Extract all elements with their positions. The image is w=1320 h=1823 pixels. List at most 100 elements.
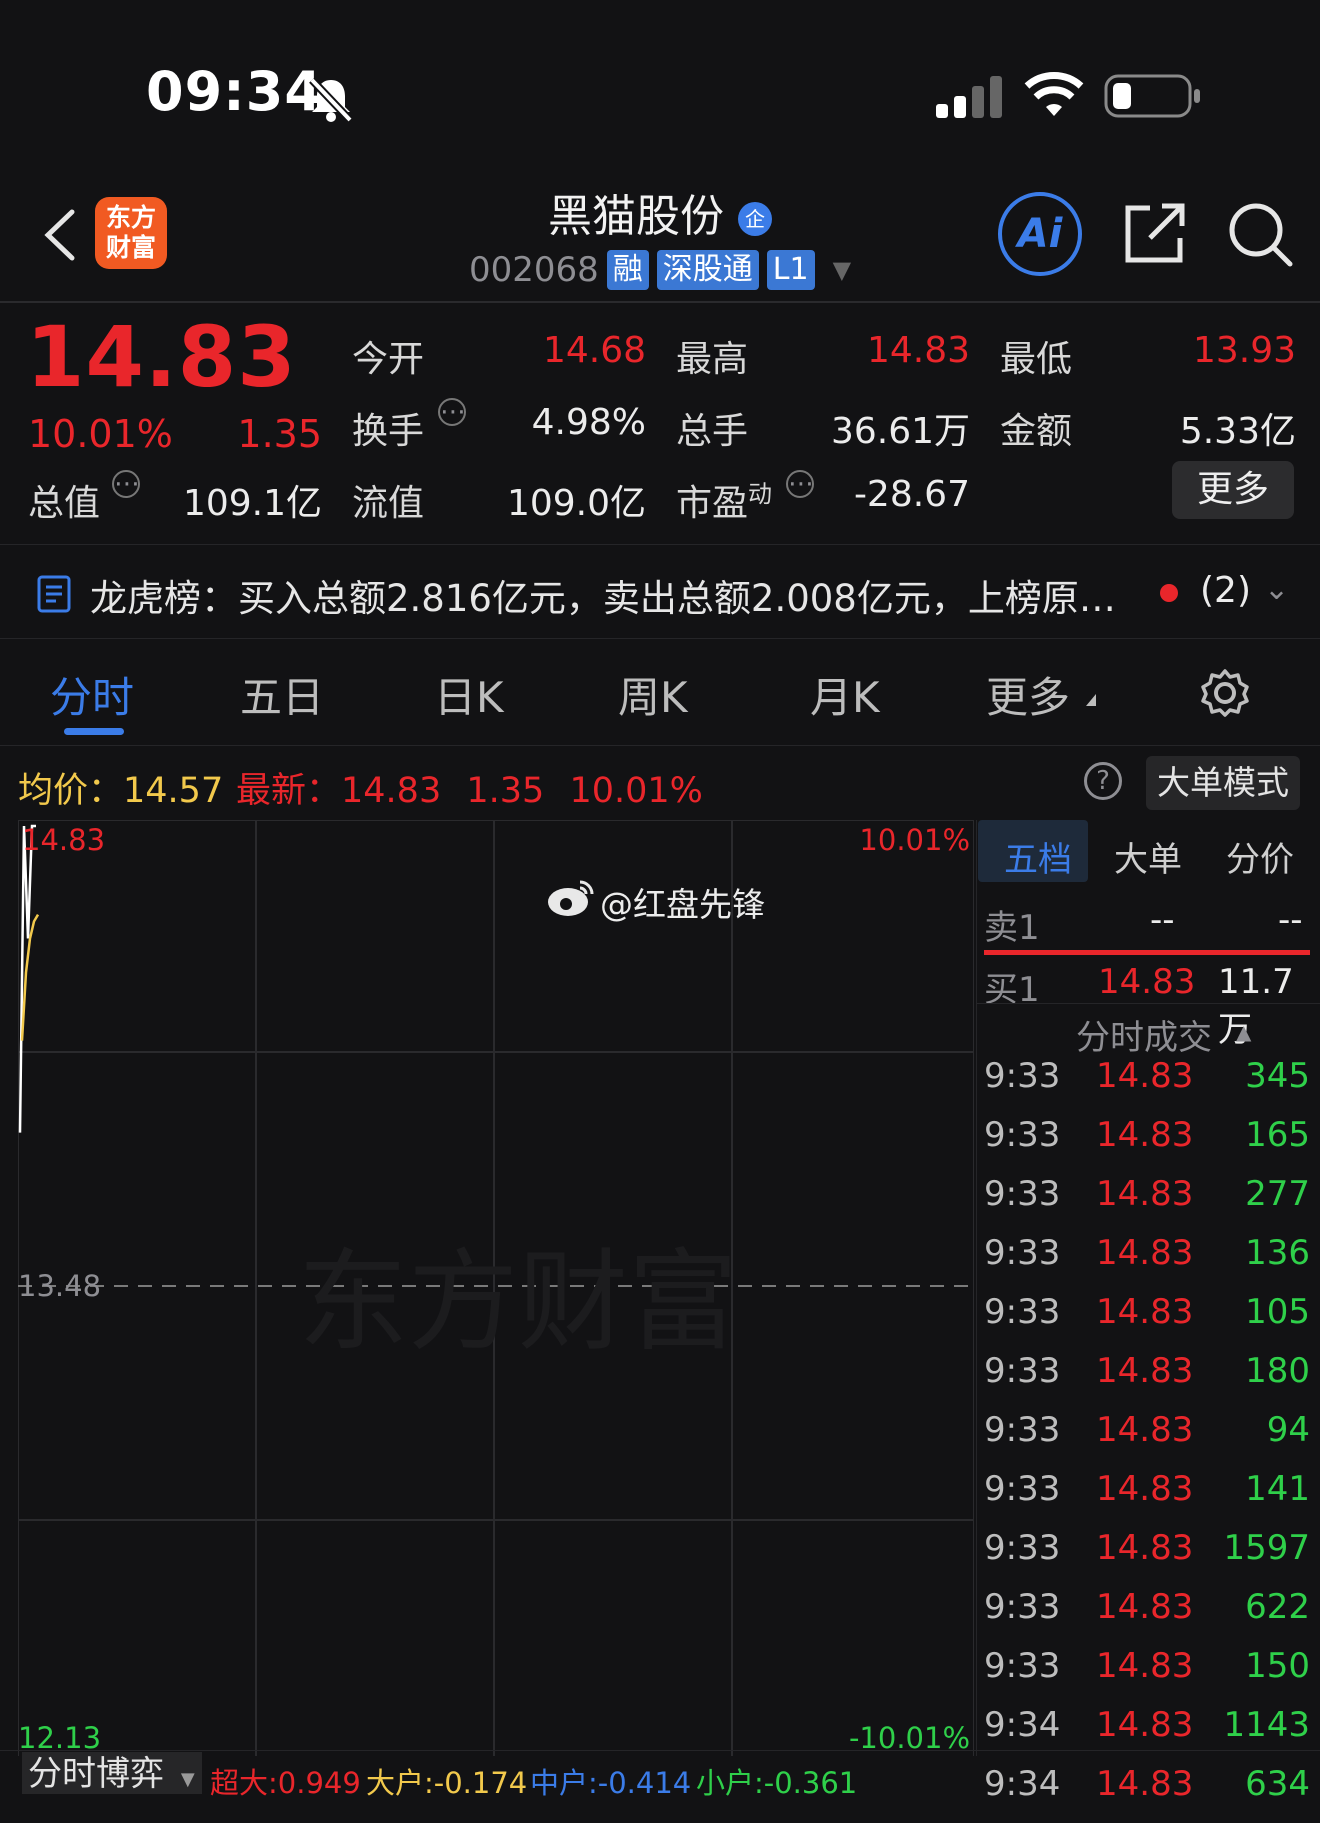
- trade-price: 14.83: [1096, 1587, 1194, 1627]
- trade-price: 14.83: [1096, 1410, 1194, 1450]
- pe-label: 市盈动: [676, 474, 772, 526]
- trade-row: 9:33 14.83 1597: [984, 1528, 1310, 1587]
- sell1-volume: --: [1278, 900, 1303, 940]
- stock-code: 002068: [468, 250, 599, 290]
- tab-big-orders[interactable]: 大单: [1114, 832, 1182, 881]
- dragon-tiger-banner[interactable]: 龙虎榜：买入总额2.816亿元，卖出总额2.008亿元，上榜原…: [90, 568, 1116, 622]
- share-icon[interactable]: [1122, 200, 1188, 266]
- trade-row: 9:33 14.83 136: [984, 1233, 1310, 1292]
- info-icon[interactable]: ⋯: [786, 470, 814, 498]
- trade-volume: 105: [1245, 1292, 1310, 1332]
- ai-button[interactable]: Ai: [998, 192, 1082, 276]
- header-divider: [0, 301, 1320, 303]
- battery-icon: [1104, 74, 1200, 118]
- more-button[interactable]: 更多: [1172, 461, 1294, 519]
- trade-volume: 180: [1245, 1351, 1310, 1391]
- trades-header[interactable]: 分时成交: [1076, 1010, 1212, 1059]
- bell-slash-icon: [309, 77, 353, 123]
- trade-time: 9:33: [984, 1528, 1061, 1568]
- caret-up-icon[interactable]: ▲: [1236, 1020, 1251, 1044]
- info-icon[interactable]: ⋯: [112, 470, 140, 498]
- high-label: 最高: [676, 339, 749, 380]
- trade-volume: 165: [1245, 1115, 1310, 1155]
- tab-five-day[interactable]: 五日: [240, 664, 324, 725]
- settings-icon[interactable]: [1200, 668, 1250, 718]
- y-tick-pct-high: 10.01%: [859, 823, 970, 857]
- current-price: 14.83: [26, 308, 297, 406]
- trade-row: 9:33 14.83 345: [984, 1056, 1310, 1115]
- trade-volume: 150: [1245, 1646, 1310, 1686]
- panel-divider: [976, 820, 977, 1756]
- trade-time: 9:33: [984, 1115, 1061, 1155]
- pe-sup: 动: [748, 480, 773, 508]
- volume-label: 总手: [676, 411, 749, 452]
- trade-price: 14.83: [1096, 1646, 1194, 1686]
- amount-label: 金额: [1000, 411, 1073, 452]
- chevron-down-icon[interactable]: ⌄: [1264, 572, 1289, 607]
- flow-large: 大户:-0.174: [366, 1766, 528, 1800]
- trade-time: 9:33: [984, 1292, 1061, 1332]
- divider: [976, 1003, 1320, 1004]
- tab-more[interactable]: 更多: [986, 664, 1070, 725]
- trade-row: 9:33 14.83 165: [984, 1115, 1310, 1174]
- tab-price-dist[interactable]: 分价: [1226, 832, 1294, 881]
- help-icon[interactable]: ?: [1084, 762, 1122, 800]
- latest-value: 14.83: [341, 771, 442, 811]
- intraday-chart[interactable]: 东方财富 14.8313.4812.1310.01%-10.01%: [18, 820, 974, 1756]
- open-label: 今开: [352, 339, 425, 380]
- tab-intraday[interactable]: 分时: [50, 664, 134, 725]
- trade-time: 9:34: [984, 1705, 1061, 1745]
- latest-price: 最新：14.83 1.35 10.01%: [236, 762, 703, 813]
- trade-row: 9:33 14.83 150: [984, 1646, 1310, 1705]
- trade-price: 14.83: [1096, 1292, 1194, 1332]
- tab-weekly-k[interactable]: 周K: [618, 664, 688, 725]
- trade-volume: 136: [1245, 1233, 1310, 1273]
- tab-daily-k[interactable]: 日K: [434, 664, 504, 725]
- pe-value: -28.67: [853, 474, 970, 515]
- trade-price: 14.83: [1096, 1528, 1194, 1568]
- change-pct: 10.01%: [28, 412, 173, 456]
- trade-time: 9:33: [984, 1469, 1061, 1509]
- turnover-value: 4.98%: [531, 402, 646, 443]
- tab-five-levels[interactable]: 五档: [1004, 832, 1072, 881]
- caret-down-icon: ▼: [180, 1769, 195, 1790]
- buy1-price: 14.83: [1098, 962, 1196, 1002]
- trade-price: 14.83: [1096, 1233, 1194, 1273]
- chart-series: [18, 824, 40, 1133]
- info-icon[interactable]: ⋯: [438, 398, 466, 426]
- low-label: 最低: [1000, 339, 1073, 380]
- latest-change: 1.35: [466, 771, 545, 811]
- tag-connect: 深股通: [656, 250, 759, 290]
- divider: [0, 1750, 1320, 1751]
- background-watermark: 东方财富: [298, 1238, 738, 1366]
- trade-price: 14.83: [1096, 1764, 1194, 1804]
- divider: [0, 638, 1320, 639]
- tag-margin: 融: [606, 250, 649, 290]
- chevron-down-icon[interactable]: ▼: [833, 256, 851, 284]
- sell1-price: --: [1150, 900, 1175, 940]
- flow-medium: 中户:-0.414: [530, 1766, 692, 1800]
- tab-monthly-k[interactable]: 月K: [810, 664, 880, 725]
- caret-icon: [1086, 694, 1096, 706]
- search-icon[interactable]: [1226, 200, 1294, 268]
- trade-row: 9:33 14.83 622: [984, 1587, 1310, 1646]
- divider: [0, 544, 1320, 545]
- trade-time: 9:34: [984, 1764, 1061, 1804]
- flow-super-large: 超大:0.949: [210, 1766, 361, 1800]
- flow-small: 小户:-0.361: [696, 1766, 858, 1800]
- total-value-label: 总值: [28, 483, 101, 524]
- trade-volume: 141: [1245, 1469, 1310, 1509]
- trade-time: 9:33: [984, 1056, 1061, 1096]
- trade-volume: 1597: [1223, 1528, 1310, 1568]
- unread-dot: [1160, 584, 1178, 602]
- mode-selector[interactable]: 分时博弈 ▼: [22, 1752, 202, 1794]
- big-order-mode-button[interactable]: 大单模式: [1146, 756, 1300, 810]
- price-line: [18, 824, 36, 1133]
- y-tick-ref: 13.48: [18, 1269, 101, 1303]
- divider: [0, 745, 1320, 746]
- avg-value: 14.57: [123, 771, 224, 811]
- avg-price: 均价：14.57: [18, 762, 223, 813]
- trade-row: 9:33 14.83 141: [984, 1469, 1310, 1528]
- trade-price: 14.83: [1096, 1056, 1194, 1096]
- trade-row: 9:33 14.83 180: [984, 1351, 1310, 1410]
